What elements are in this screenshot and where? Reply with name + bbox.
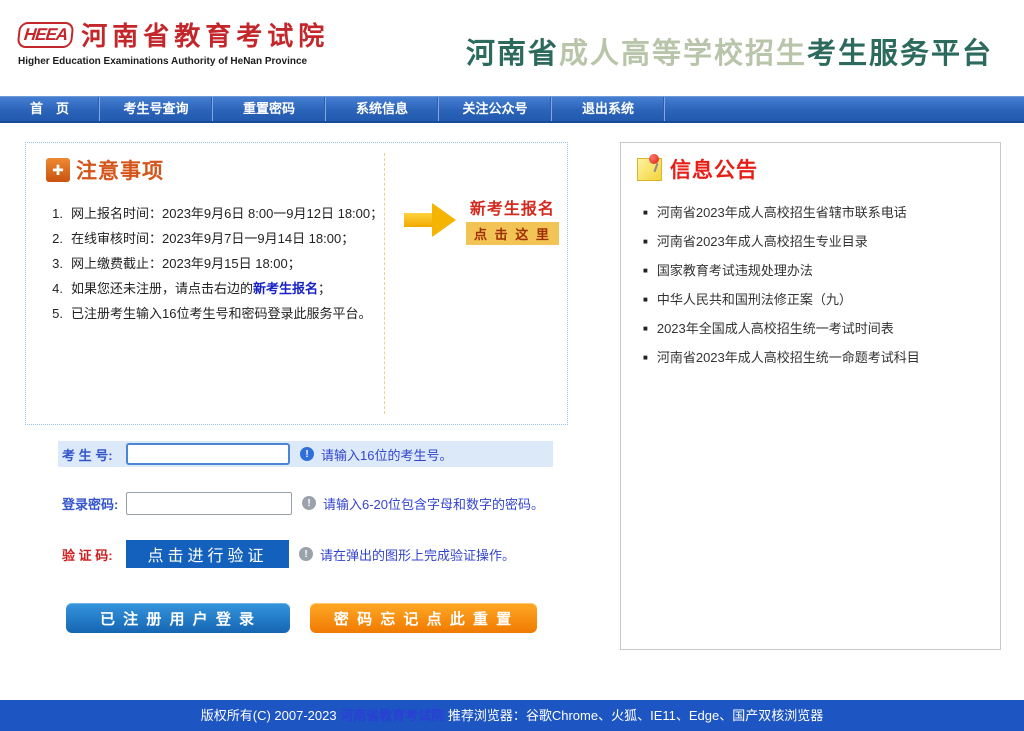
announcements-panel: 信息公告 河南省2023年成人高校招生省辖市联系电话 河南省2023年成人高校招… [620, 142, 1001, 650]
password-label: 登录密码: [62, 494, 126, 513]
candidate-number-row: 考 生 号: ! 请输入16位的考生号。 [58, 441, 553, 467]
notice-item: 2. 在线审核时间：2023年9月7日一9月14日 18:00； [39, 226, 383, 251]
info-icon: ! [302, 496, 316, 510]
nav-item-reset-password[interactable]: 重置密码 [213, 97, 326, 121]
notice-item: 1. 网上报名时间：2023年9月6日 8:00一9月12日 18:00； [39, 201, 383, 226]
captcha-hint: 请在弹出的图形上完成验证操作。 [320, 545, 515, 564]
notice-item: 5. 已注册考生输入16位考生号和密码登录此服务平台。 [39, 301, 383, 326]
plus-icon: ✚ [46, 158, 70, 182]
announcements-list: 河南省2023年成人高校招生省辖市联系电话 河南省2023年成人高校招生专业目录… [643, 198, 920, 372]
notice-panel-title: ✚ 注意事项 [46, 155, 164, 185]
announcement-link[interactable]: 河南省2023年成人高校招生专业目录 [643, 227, 920, 256]
nav-item-system-info[interactable]: 系统信息 [326, 97, 439, 121]
notice-list: 1. 网上报名时间：2023年9月6日 8:00一9月12日 18:00； 2.… [39, 201, 383, 326]
captcha-verify-button[interactable]: 点击进行验证 [126, 540, 289, 568]
logo-english-name: Higher Education Examinations Authority … [18, 56, 329, 67]
announcements-title: 信息公告 [670, 154, 758, 184]
candidate-number-hint: 请输入16位的考生号。 [321, 445, 452, 464]
new-candidate-label[interactable]: 新考生报名 [470, 201, 555, 218]
nav-item-candidate-number-query[interactable]: 考生号查询 [100, 97, 213, 121]
click-here-label[interactable]: 点 击 这 里 [466, 222, 559, 245]
page: HEEA 河南省教育考试院 Higher Education Examinati… [0, 0, 1024, 731]
main-nav: 首 页 考生号查询 重置密码 系统信息 关注公众号 退出系统 [0, 96, 1024, 123]
notice-panel: ✚ 注意事项 1. 网上报名时间：2023年9月6日 8:00一9月12日 18… [25, 142, 568, 425]
new-candidate-inline-link[interactable]: 新考生报名 [253, 276, 318, 301]
candidate-number-label: 考 生 号: [62, 445, 126, 464]
password-hint: 请输入6-20位包含字母和数字的密码。 [323, 494, 544, 513]
info-icon: ! [299, 547, 313, 561]
notice-item: 3. 网上缴费截止：2023年9月15日 18:00； [39, 251, 383, 276]
title-program: 成人高等学校招生 [559, 38, 807, 70]
captcha-label: 验 证 码: [62, 545, 126, 564]
info-icon: ! [300, 447, 314, 461]
announcement-link[interactable]: 河南省2023年成人高校招生省辖市联系电话 [643, 198, 920, 227]
nav-item-follow-official-account[interactable]: 关注公众号 [439, 97, 552, 121]
announcement-link[interactable]: 2023年全国成人高校招生统一考试时间表 [643, 314, 920, 343]
site-footer: 版权所有(C) 2007-2023 河南省教育考试院 推荐浏览器：谷歌Chrom… [0, 700, 1024, 731]
announcement-link[interactable]: 国家教育考试违规处理办法 [643, 256, 920, 285]
footer-site-link[interactable]: 河南省教育考试院 [340, 708, 444, 723]
site-logo: HEEA 河南省教育考试院 Higher Education Examinati… [18, 16, 329, 67]
heea-logo-icon: HEEA [17, 22, 75, 48]
nav-item-logout[interactable]: 退出系统 [552, 97, 665, 121]
dotted-divider [384, 153, 385, 414]
notice-item: 4. 如果您还未注册，请点击右边的新考生报名； [39, 276, 383, 301]
announcements-panel-title: 信息公告 [637, 154, 758, 184]
title-province: 河南省 [466, 38, 559, 70]
candidate-number-input[interactable] [126, 443, 290, 465]
logo-chinese-name: 河南省教育考试院 [81, 16, 329, 53]
title-platform: 考生服务平台 [807, 38, 993, 70]
announcement-link[interactable]: 河南省2023年成人高校招生统一命题考试科目 [643, 343, 920, 372]
nav-item-home[interactable]: 首 页 [0, 97, 100, 121]
captcha-row: 验 证 码: 点击进行验证 ! 请在弹出的图形上完成验证操作。 [58, 539, 515, 569]
notice-title: 注意事项 [76, 155, 164, 185]
recommended-browsers-text: 推荐浏览器：谷歌Chrome、火狐、IE11、Edge、国产双核浏览器 [444, 708, 823, 723]
new-candidate-register-button[interactable]: 新考生报名 点 击 这 里 [404, 195, 559, 245]
announcement-link[interactable]: 中华人民共和国刑法修正案（九） [643, 285, 920, 314]
password-row: 登录密码: ! 请输入6-20位包含字母和数字的密码。 [58, 490, 544, 516]
pushpin-note-icon [637, 158, 662, 181]
registered-user-login-button[interactable]: 已 注 册 用 户 登 录 [66, 603, 290, 633]
page-title: 河南省成人高等学校招生考生服务平台 [466, 30, 993, 72]
arrow-right-icon [404, 203, 456, 237]
password-input[interactable] [126, 492, 292, 515]
copyright-text: 版权所有(C) 2007-2023 [201, 708, 340, 723]
forgot-password-reset-button[interactable]: 密 码 忘 记 点 此 重 置 [310, 603, 537, 633]
